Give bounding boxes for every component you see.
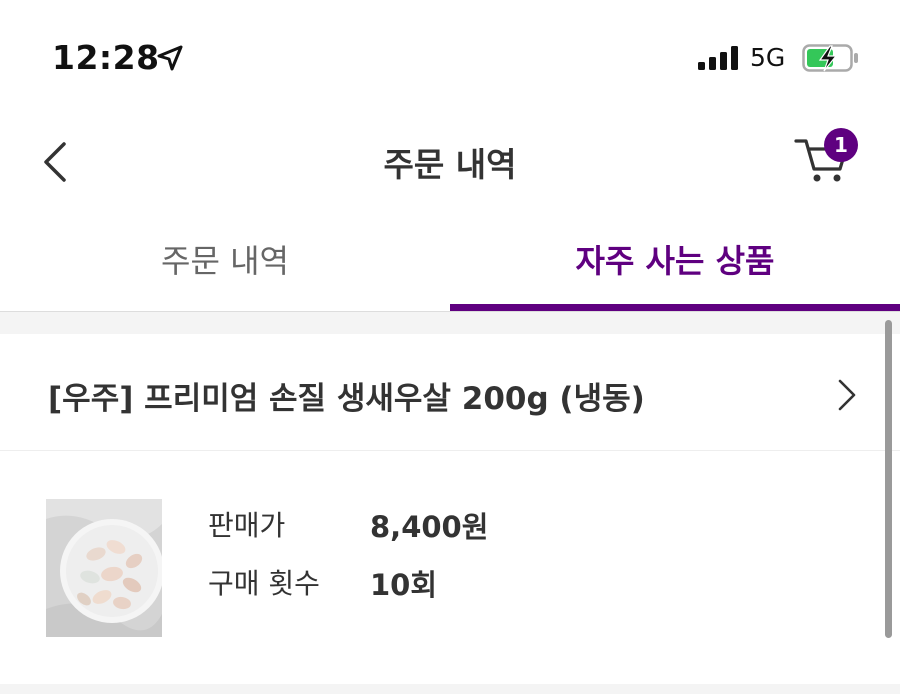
product-thumbnail[interactable] xyxy=(46,499,162,637)
active-tab-indicator xyxy=(450,304,900,311)
price-label: 판매가 xyxy=(208,509,286,542)
purchase-count-value: 10회 xyxy=(370,568,438,602)
chevron-right-icon[interactable] xyxy=(836,378,858,412)
product-name[interactable]: [우주] 프리미엄 손질 생새우살 200g (냉동) xyxy=(48,373,645,418)
purchase-count-label: 구매 횟수 xyxy=(208,567,320,600)
tab-bar: 주문 내역 자주 사는 상품 xyxy=(0,215,900,312)
battery-charging-icon xyxy=(802,44,858,72)
scrollbar[interactable] xyxy=(885,320,892,638)
price-value: 8,400원 xyxy=(370,510,489,544)
section-divider xyxy=(0,312,900,334)
network-type: 5G xyxy=(750,43,786,72)
tab-order-history[interactable]: 주문 내역 xyxy=(0,215,450,311)
cellular-signal-icon xyxy=(698,46,738,70)
location-arrow-icon xyxy=(157,45,183,71)
cart-count-badge: 1 xyxy=(824,128,858,162)
section-divider-bottom xyxy=(0,684,900,694)
status-time: 12:28 xyxy=(52,38,160,77)
tab-frequent-products[interactable]: 자주 사는 상품 xyxy=(450,215,900,311)
page-title: 주문 내역 xyxy=(383,145,517,184)
